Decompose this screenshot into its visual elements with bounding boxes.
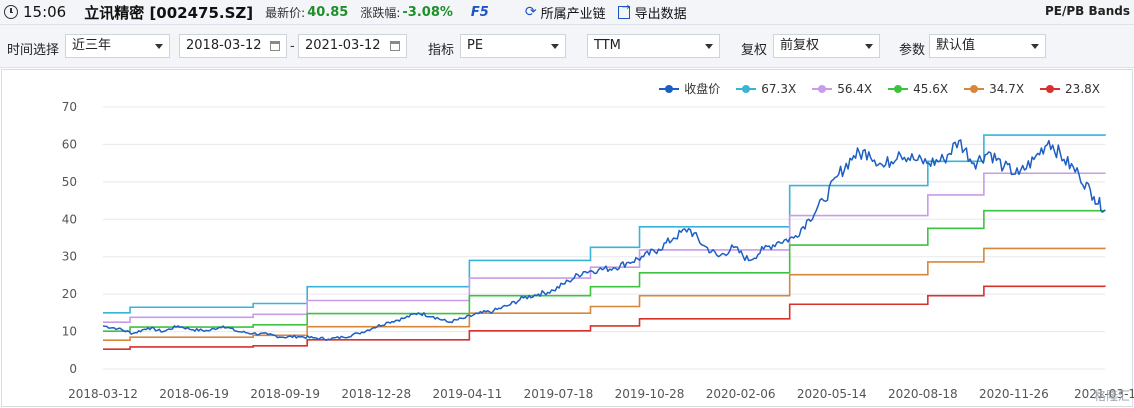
- start-date-input[interactable]: 2018-03-12: [179, 34, 287, 58]
- legend-marker-price: [659, 84, 680, 94]
- legend-marker-band-2: [812, 84, 833, 94]
- end-date-value: 2021-03-12: [305, 38, 381, 53]
- x-tick-label: 2020-02-06: [706, 387, 776, 401]
- chevron-down-icon: [705, 44, 713, 49]
- band-title: PE/PB Bands: [1044, 4, 1130, 18]
- x-tick-label: 2020-05-14: [797, 387, 867, 401]
- x-tick-label: 2020-08-18: [888, 387, 958, 401]
- x-tick-label: 2018-12-28: [341, 387, 411, 401]
- y-tick-label: 30: [62, 250, 77, 264]
- x-tick-label: 2018-09-19: [250, 387, 320, 401]
- legend-item-band-2[interactable]: 56.4X: [812, 80, 872, 97]
- stock-name: 立讯精密 [002475.SZ]: [84, 3, 254, 22]
- chart-legend: 收盘价 67.3X 56.4X 45.6X 34.7X 23.8X: [643, 80, 1100, 97]
- x-tick-label: 2019-04-11: [432, 387, 502, 401]
- x-tick-label: 2019-10-28: [615, 387, 685, 401]
- export-data-button[interactable]: 导出数据: [617, 2, 687, 22]
- chevron-down-icon: [865, 44, 873, 49]
- adjust-value: 前复权: [780, 38, 820, 53]
- change-label: 涨跌幅:: [360, 5, 401, 20]
- time-range-select[interactable]: 近三年: [65, 34, 170, 58]
- change-value: -3.08%: [402, 4, 453, 20]
- watermark-logo: 格隆汇: [1093, 389, 1130, 403]
- industry-chain-button[interactable]: ⟳ 所属产业链: [525, 3, 606, 22]
- legend-label-band-2: 56.4X: [837, 81, 873, 96]
- legend-label-price: 收盘价: [684, 82, 721, 96]
- legend-label-band-4: 34.7X: [989, 81, 1025, 96]
- end-date-input[interactable]: 2021-03-12: [298, 34, 407, 58]
- chart-canvas[interactable]: 0 10 20 30 40 50 60 70 2018-03-12 2018-06-19 2018-…: [0, 68, 1134, 408]
- y-tick-label: 10: [62, 325, 77, 339]
- latest-price-value: 40.85: [307, 4, 349, 20]
- chart-border: [1, 69, 1133, 407]
- industry-chain-label: 所属产业链: [540, 6, 606, 22]
- time-range-value: 近三年: [72, 38, 112, 53]
- y-tick-label: 40: [62, 212, 77, 226]
- y-tick-label: 0: [69, 362, 77, 376]
- export-icon: [617, 2, 630, 19]
- legend-marker-band-4: [964, 84, 985, 94]
- date-separator: -: [290, 39, 295, 54]
- legend-item-price[interactable]: 收盘价: [659, 80, 720, 97]
- x-tick-label: 2020-11-26: [979, 387, 1049, 401]
- legend-marker-band-5: [1040, 84, 1061, 94]
- time-select-label: 时间选择: [7, 43, 60, 58]
- title-bar: 15:06 立讯精密 [002475.SZ] 最新价: 40.85 涨跌幅: -…: [0, 0, 1134, 25]
- export-data-label: 导出数据: [634, 6, 687, 22]
- legend-item-band-5[interactable]: 23.8X: [1040, 80, 1100, 97]
- y-tick-label: 70: [62, 100, 77, 114]
- y-tick-label: 60: [62, 137, 77, 151]
- legend-item-band-3[interactable]: 45.6X: [888, 80, 948, 97]
- y-tick-label: 50: [62, 175, 77, 189]
- adjust-label: 复权: [741, 43, 768, 58]
- calendar-icon: [270, 41, 280, 51]
- indicator-select[interactable]: PE: [460, 34, 566, 58]
- legend-label-band-1: 67.3X: [761, 81, 797, 96]
- y-tick-label: 20: [62, 287, 77, 301]
- chevron-down-icon: [551, 44, 559, 49]
- pe-band-chart[interactable]: 0 10 20 30 40 50 60 70 2018-03-12 2018-06-19 2018-…: [0, 68, 1134, 408]
- indicator-label: 指标: [428, 43, 455, 58]
- legend-item-band-4[interactable]: 34.7X: [964, 80, 1024, 97]
- clock-icon: [4, 5, 18, 19]
- param-value: 默认值: [936, 38, 976, 53]
- indicator-value: PE: [467, 38, 484, 53]
- basis-value: TTM: [594, 38, 621, 53]
- legend-marker-band-3: [888, 84, 909, 94]
- price-line: [102, 139, 1106, 342]
- band-line-3: [103, 209, 1106, 332]
- latest-price-label: 最新价:: [265, 5, 306, 20]
- param-label: 参数: [899, 43, 926, 58]
- adjust-select[interactable]: 前复权: [773, 34, 880, 58]
- x-tick-label: 2019-07-18: [524, 387, 594, 401]
- legend-marker-band-1: [736, 84, 757, 94]
- calendar-icon: [390, 41, 400, 51]
- x-tick-label: 2018-06-19: [159, 387, 229, 401]
- filter-bar: 时间选择 近三年 2018-03-12 - 2021-03-12 指标 PE T…: [0, 25, 1134, 68]
- f5-button[interactable]: F5: [471, 5, 489, 20]
- legend-item-band-1[interactable]: 67.3X: [736, 80, 796, 97]
- legend-label-band-5: 23.8X: [1065, 81, 1100, 96]
- chevron-down-icon: [155, 44, 163, 49]
- param-select[interactable]: 默认值: [929, 34, 1046, 58]
- time: 15:06: [23, 3, 67, 21]
- chevron-down-icon: [1031, 44, 1039, 49]
- start-date-value: 2018-03-12: [186, 38, 262, 53]
- basis-select[interactable]: TTM: [587, 34, 720, 58]
- legend-label-band-3: 45.6X: [913, 81, 949, 96]
- x-tick-label: 2018-03-12: [68, 387, 138, 401]
- clock: 15:06: [4, 3, 66, 21]
- refresh-chain-icon: ⟳: [524, 4, 537, 20]
